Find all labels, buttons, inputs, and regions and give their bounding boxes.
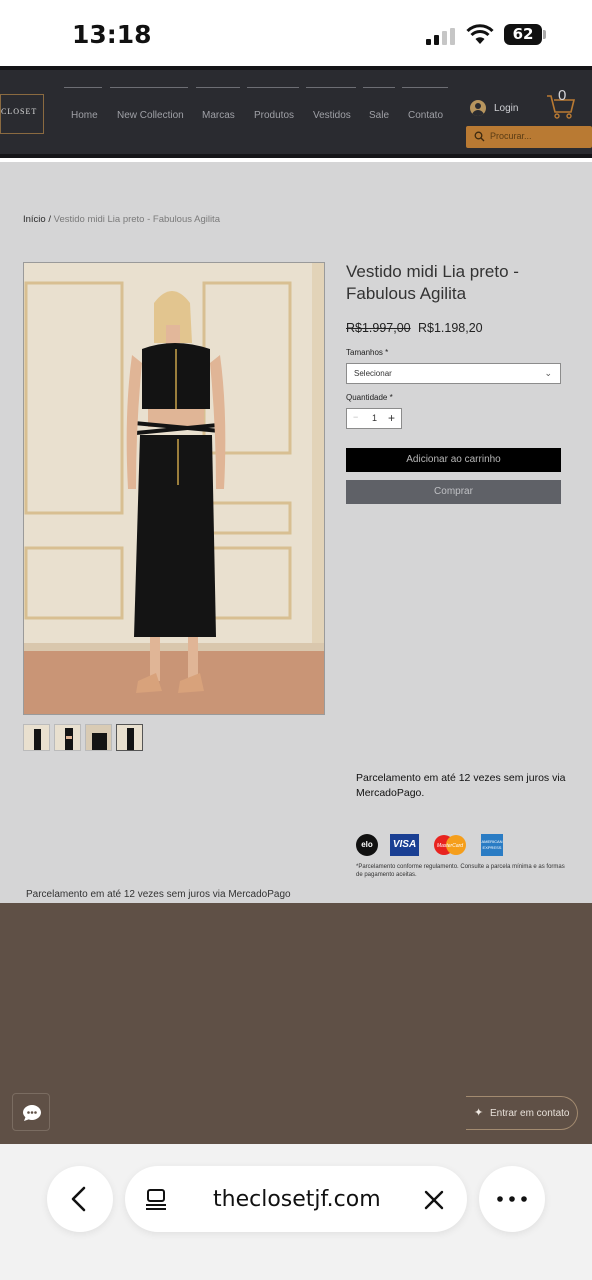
mastercard-logo: MasterCard bbox=[434, 835, 466, 855]
contact-label: Entrar em contato bbox=[490, 1108, 570, 1119]
wifi-icon bbox=[466, 24, 494, 44]
quantity-increase-button[interactable]: + bbox=[388, 411, 395, 425]
logo-text: CLOSET bbox=[1, 107, 38, 116]
status-time: 13:18 bbox=[72, 20, 152, 49]
nav-contato[interactable]: Contato bbox=[408, 110, 443, 121]
breadcrumb-separator: / bbox=[45, 214, 54, 225]
installments-info: Parcelamento em até 12 vezes sem juros v… bbox=[356, 772, 566, 799]
url-text: theclosetjf.com bbox=[213, 1187, 381, 1212]
original-price: R$1.997,00 bbox=[346, 321, 411, 335]
size-label: Tamanhos * bbox=[346, 348, 389, 357]
search-icon bbox=[474, 131, 485, 142]
product-thumbnail[interactable] bbox=[23, 724, 50, 751]
product-thumbnail[interactable] bbox=[85, 724, 112, 751]
nav-vestidos[interactable]: Vestidos bbox=[313, 110, 351, 121]
chat-bubble-icon bbox=[23, 1105, 41, 1121]
amex-logo: AMERICAN EXPRESS bbox=[481, 834, 503, 856]
installments-footer-text: Parcelamento em até 12 vezes sem juros v… bbox=[26, 889, 291, 900]
add-to-cart-button[interactable]: Adicionar ao carrinho bbox=[346, 448, 561, 472]
nav-home[interactable]: Home bbox=[71, 110, 98, 121]
battery-tip bbox=[543, 30, 546, 39]
product-thumbnail-selected[interactable] bbox=[116, 724, 143, 751]
site-header: CLOSET Home New Collection Marcas Produt… bbox=[0, 66, 592, 158]
buy-now-button[interactable]: Comprar bbox=[346, 480, 561, 504]
product-title: Vestido midi Lia preto - Fabulous Agilit… bbox=[346, 262, 519, 303]
login-button[interactable]: Login bbox=[470, 100, 518, 116]
nav-divider bbox=[196, 87, 240, 88]
nav-divider bbox=[247, 87, 299, 88]
chat-button[interactable] bbox=[12, 1093, 50, 1131]
breadcrumb-home[interactable]: Início bbox=[23, 214, 46, 225]
site-logo[interactable]: CLOSET bbox=[0, 94, 44, 134]
product-page: Início / Vestido midi Lia preto - Fabulo… bbox=[0, 162, 592, 903]
quantity-decrease-button[interactable]: − bbox=[353, 412, 358, 422]
close-icon[interactable] bbox=[424, 1190, 444, 1210]
nav-marcas[interactable]: Marcas bbox=[202, 110, 235, 121]
breadcrumb: Início / Vestido midi Lia preto - Fabulo… bbox=[23, 214, 220, 225]
user-icon bbox=[470, 100, 486, 116]
search-input[interactable]: Procurar... bbox=[466, 126, 592, 148]
sale-price: R$1.198,20 bbox=[418, 321, 483, 335]
product-thumbnail[interactable] bbox=[54, 724, 81, 751]
cellular-signal-icon bbox=[426, 28, 458, 45]
quantity-value: 1 bbox=[372, 413, 378, 423]
size-select-value: Selecionar bbox=[354, 369, 392, 378]
product-photo bbox=[24, 263, 324, 714]
elo-logo: elo bbox=[356, 834, 378, 856]
more-icon bbox=[497, 1196, 527, 1202]
nav-new-collection[interactable]: New Collection bbox=[117, 110, 184, 121]
nav-divider bbox=[64, 87, 102, 88]
sparkle-icon: ✦ bbox=[474, 1107, 484, 1119]
payment-note: *Parcelamento conforme regulamento. Cons… bbox=[356, 864, 565, 878]
status-bar: 13:18 62 bbox=[0, 0, 592, 66]
login-label: Login bbox=[494, 102, 519, 114]
visa-logo: VISA bbox=[390, 834, 419, 856]
mastercard-text: MasterCard bbox=[437, 843, 463, 849]
nav-produtos[interactable]: Produtos bbox=[254, 110, 294, 121]
product-image[interactable] bbox=[23, 262, 325, 715]
search-placeholder: Procurar... bbox=[490, 131, 532, 141]
battery-indicator: 62 bbox=[504, 24, 542, 45]
chevron-down-icon: ⌄ bbox=[544, 368, 552, 378]
back-button[interactable] bbox=[47, 1166, 113, 1232]
nav-divider bbox=[306, 87, 356, 88]
reader-icon[interactable] bbox=[145, 1187, 169, 1211]
nav-divider bbox=[363, 87, 395, 88]
breadcrumb-current: Vestido midi Lia preto - Fabulous Agilit… bbox=[53, 214, 220, 225]
quantity-stepper[interactable]: − 1 + bbox=[346, 408, 402, 429]
nav-divider bbox=[110, 87, 188, 88]
nav-sale[interactable]: Sale bbox=[369, 110, 389, 121]
chevron-left-icon bbox=[71, 1186, 86, 1212]
size-select[interactable]: Selecionar ⌄ bbox=[346, 363, 561, 384]
nav-divider bbox=[402, 87, 448, 88]
more-options-button[interactable] bbox=[479, 1166, 545, 1232]
contact-button[interactable]: ✦ Entrar em contato bbox=[466, 1096, 578, 1130]
cart-count: 0 bbox=[558, 87, 567, 104]
quantity-label: Quantidade * bbox=[346, 393, 393, 402]
